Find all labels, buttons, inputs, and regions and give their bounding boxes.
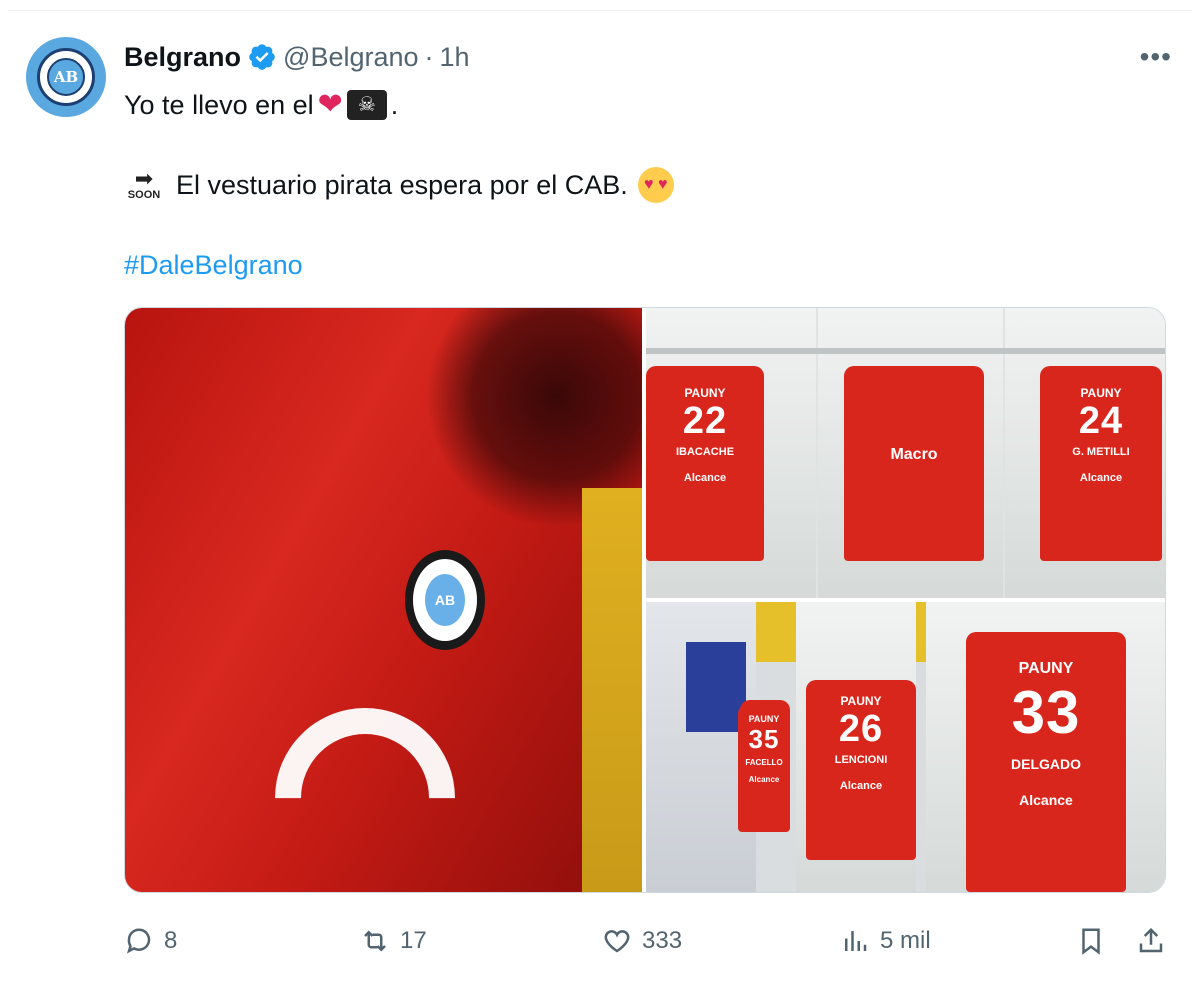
jersey-sponsor: Alcance [1019,792,1073,808]
crest-initials: AB [47,58,85,96]
tweet-actions-bar: 8 17 333 5 mil [124,925,1164,957]
jersey-brand: PAUNY [1018,660,1074,677]
bookmark-icon [1082,928,1100,955]
jersey-brand: PAUNY [748,714,780,724]
soon-arrow-glyph: ➡ [134,166,154,191]
tweet-card[interactable]: AB Belgrano @Belgrano · 1h ••• Yo te lle… [8,10,1192,980]
share-button[interactable] [1136,926,1166,956]
more-options-button[interactable]: ••• [1140,41,1172,73]
tweet-header: Belgrano @Belgrano · 1h [124,39,470,75]
badge-initials: AB [425,574,465,626]
author-handle[interactable]: @Belgrano [283,42,419,73]
jersey-35: PAUNY 35 FACELLO Alcance [738,704,790,832]
repost-count: 17 [400,927,427,954]
jersey-sponsor: Alcance [839,780,883,792]
verified-badge-icon[interactable] [247,42,277,72]
author-name[interactable]: Belgrano [124,42,241,73]
reply-count: 8 [164,927,178,954]
jersey-player-name: G. METILLI [1072,446,1130,458]
club-badge-icon: AB [405,550,485,650]
bookmark-button[interactable] [1076,926,1106,956]
views-count: 5 mil [880,927,931,954]
club-crest-icon: AB [37,48,95,106]
jersey-brand: PAUNY [840,694,882,708]
jersey-sponsor: Alcance [1079,472,1123,484]
separator-dot: · [424,41,434,72]
sponsor-logo-arc [237,670,493,892]
reply-icon [126,928,151,954]
media-image-bottom-right[interactable]: PAUNY 35 FACELLO Alcance PAUNY 26 LENCIO… [646,602,1165,892]
tweet-text: Yo te llevo en el ❤ ☠ . ➡ SOON El vestua… [124,85,1164,285]
jersey-number: 35 [748,724,780,754]
soon-arrow-icon: ➡ SOON [124,166,164,202]
jersey-macro: Macro [844,366,984,561]
jersey-sponsor: Alcance [683,472,727,484]
tweet-line-3: #DaleBelgrano [124,245,1164,285]
heart-icon [604,930,630,953]
line1-text: Yo te llevo en el [124,90,314,120]
locker-yellow-panel [582,488,642,892]
jersey-brand: Macro [890,446,938,463]
jersey-24: PAUNY 24 G. METILLI Alcance [1040,366,1162,561]
jersey-player-name: IBACACHE [675,446,735,458]
hashtag-link[interactable]: #DaleBelgrano [124,246,303,284]
jersey-26: PAUNY 26 LENCIONI Alcance [806,680,916,860]
tweet-line-2: ➡ SOON El vestuario pirata espera por el… [124,165,1164,205]
views-chart-icon [845,931,867,951]
jersey-player-name: FACELLO [745,758,783,767]
like-button[interactable]: 333 [602,926,682,956]
jersey-brand: PAUNY [684,386,726,400]
heart-eyes-emoji-icon: ♥ ♥ [637,167,674,203]
jersey-number: 22 [682,400,728,442]
avatar[interactable]: AB [26,37,106,117]
jersey-number: 33 [1011,679,1081,746]
jersey-player-name: DELGADO [1011,756,1081,772]
tweet-line-1: Yo te llevo en el ❤ ☠ . [124,85,1164,125]
jersey-brand: PAUNY [1080,386,1122,400]
pirate-flag-icon: ☠ [346,90,387,120]
media-grid: AB PAUNY 22 IBACACHE Alcance Macro PAUNY [124,307,1166,893]
line2-text: El vestuario pirata espera por el CAB. [176,170,628,200]
red-heart-icon: ❤ [317,88,343,121]
like-count: 333 [642,927,683,954]
jersey-number: 26 [838,708,884,750]
jersey-sponsor: Alcance [748,775,780,784]
media-image-main[interactable]: AB [125,308,642,892]
views-button[interactable]: 5 mil [840,926,931,956]
jersey-33: PAUNY 33 DELGADO Alcance [966,632,1126,892]
share-icon [1139,927,1163,953]
jersey-player-name: LENCIONI [834,754,888,766]
jersey-22: PAUNY 22 IBACACHE Alcance [646,366,764,561]
line1-period: . [390,90,399,120]
repost-icon [364,930,386,952]
jersey-number: 24 [1078,400,1124,442]
soon-label: SOON [127,189,161,201]
reply-button[interactable]: 8 [124,926,177,956]
tweet-timestamp[interactable]: 1h [440,42,470,73]
media-image-top-right[interactable]: PAUNY 22 IBACACHE Alcance Macro PAUNY 24… [646,308,1165,598]
repost-button[interactable]: 17 [360,926,427,956]
